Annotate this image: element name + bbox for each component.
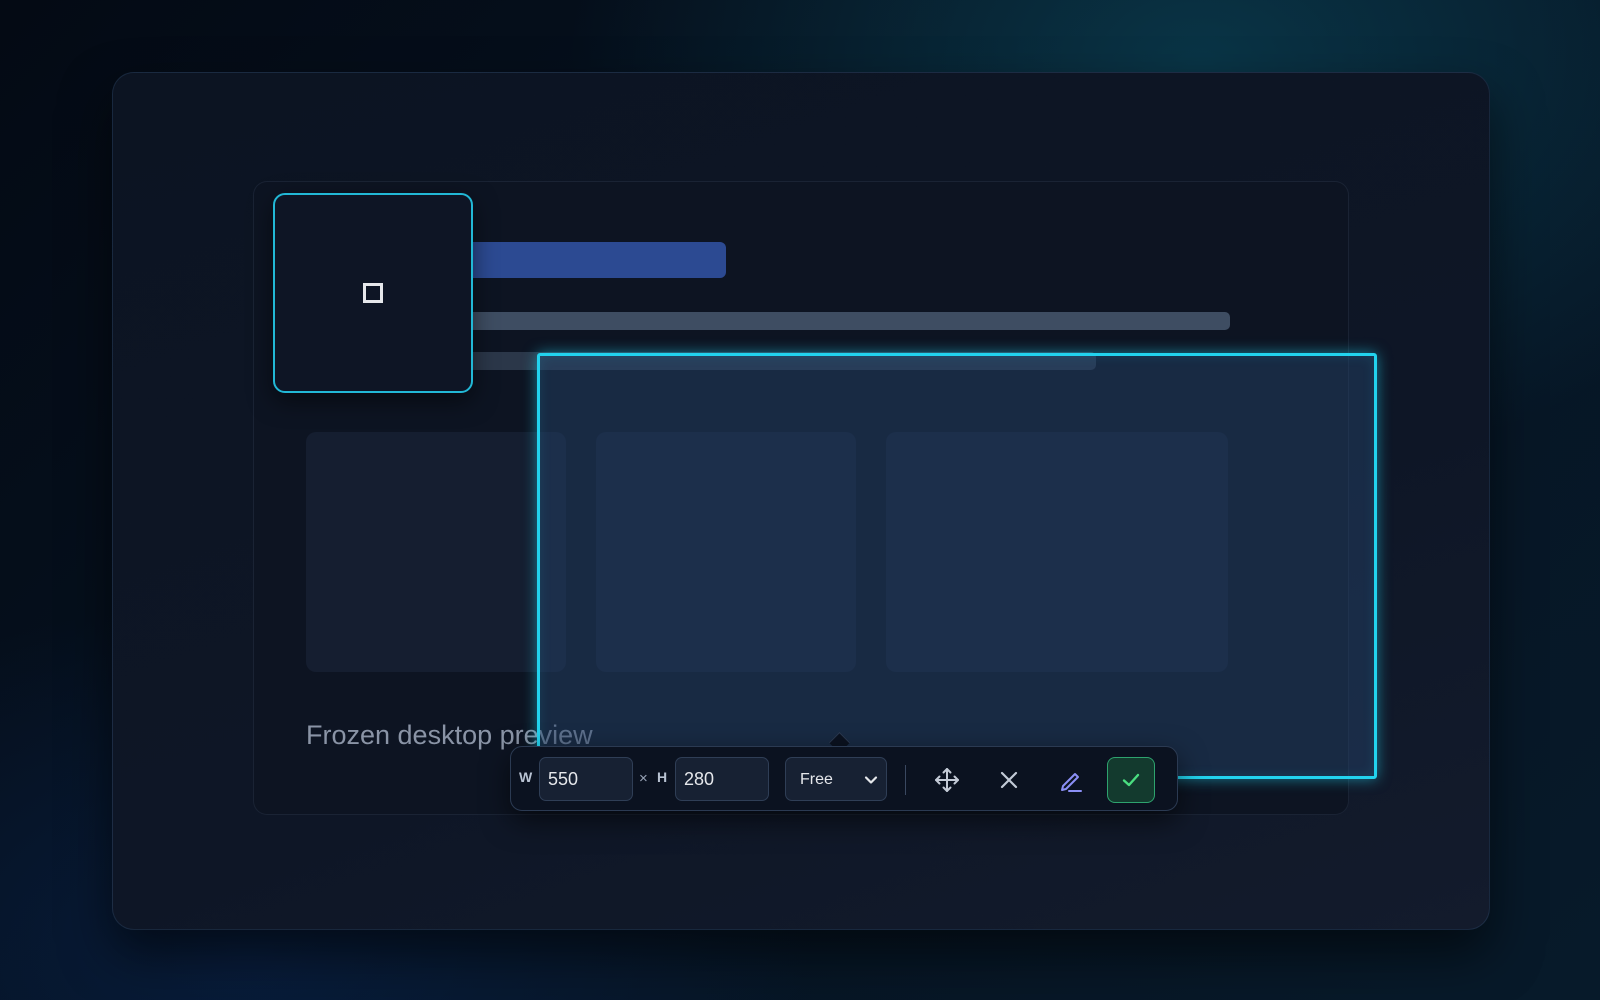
move-icon: [935, 768, 959, 792]
aspect-ratio-select[interactable]: Free: [785, 757, 887, 801]
selection-toolbar: W × H Free: [510, 746, 1178, 811]
chevron-down-icon: [864, 776, 878, 784]
mock-card: [306, 432, 566, 672]
width-input[interactable]: [539, 757, 633, 801]
toolbar-divider: [905, 765, 906, 795]
height-label: H: [657, 769, 668, 785]
aspect-ratio-value: Free: [800, 771, 833, 788]
annotate-button[interactable]: [1047, 757, 1095, 803]
pen-icon: [1061, 773, 1082, 792]
square-icon: [363, 283, 383, 303]
confirm-button[interactable]: [1107, 757, 1155, 803]
cancel-button[interactable]: [985, 757, 1033, 803]
move-button[interactable]: [923, 757, 971, 803]
cursor-magnifier: [273, 193, 473, 393]
selection-rectangle[interactable]: [537, 353, 1377, 779]
check-icon: [1122, 773, 1140, 787]
width-label: W: [519, 769, 533, 785]
close-icon: [1000, 771, 1018, 789]
times-symbol: ×: [639, 770, 648, 787]
height-input[interactable]: [675, 757, 769, 801]
